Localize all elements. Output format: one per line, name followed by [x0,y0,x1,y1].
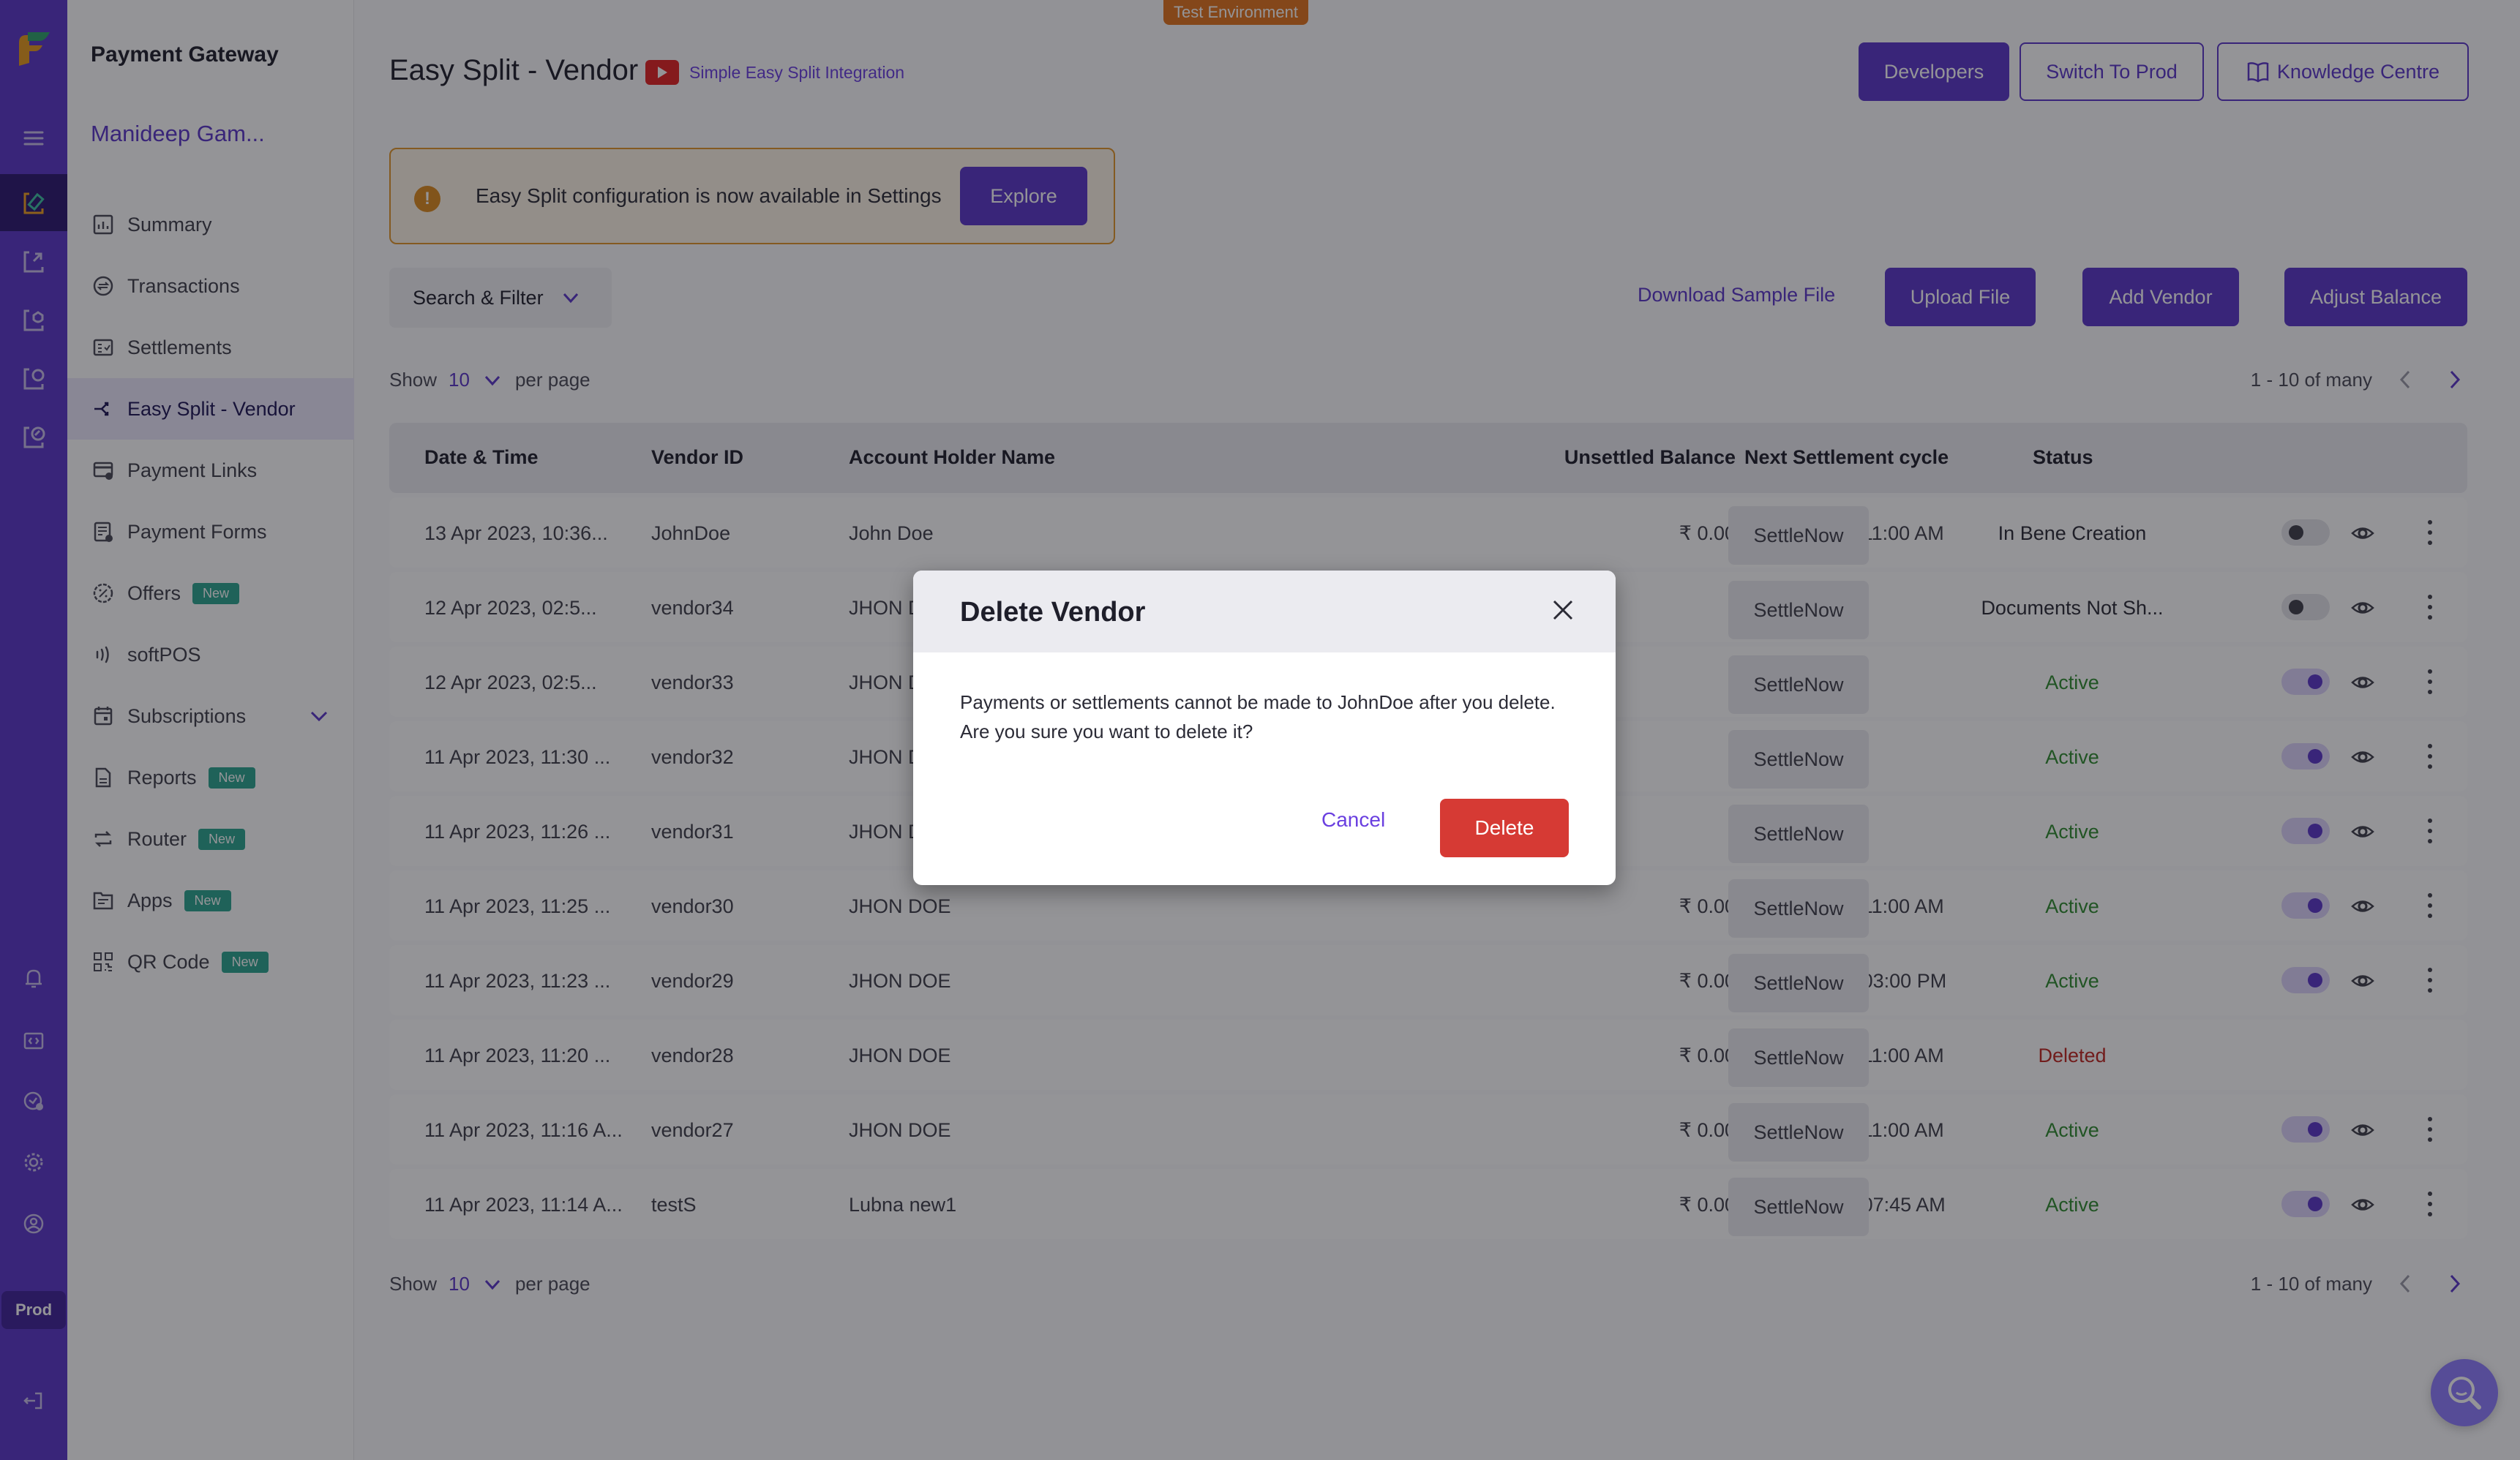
cancel-button[interactable]: Cancel [1321,808,1385,832]
delete-vendor-dialog: Delete Vendor Payments or settlements ca… [913,571,1616,885]
dialog-title: Delete Vendor [960,597,1146,628]
dialog-header: Delete Vendor [913,571,1616,652]
delete-button[interactable]: Delete [1440,799,1569,857]
dialog-message: Payments or settlements cannot be made t… [960,691,1556,742]
close-icon[interactable] [1550,597,1576,623]
